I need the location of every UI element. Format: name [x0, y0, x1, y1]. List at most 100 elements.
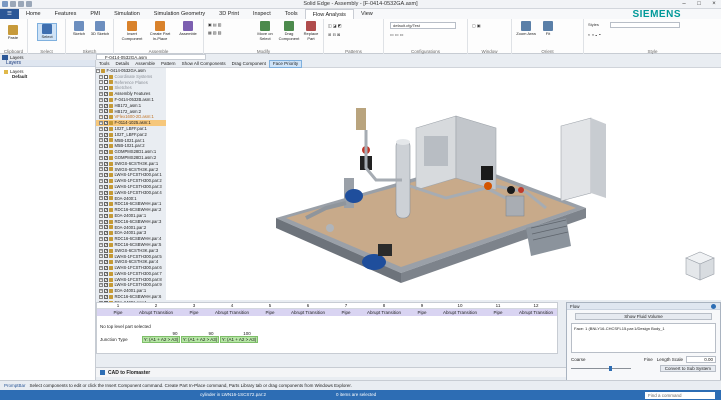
visibility-checkbox[interactable]: ✓ [104, 225, 108, 230]
segment-type-cell[interactable]: Abrupt Transition [213, 310, 251, 315]
expand-toggle-icon[interactable]: + [99, 184, 103, 189]
cmd-face-priority[interactable]: Face Priority [268, 59, 303, 68]
visibility-checkbox[interactable]: ✓ [104, 265, 108, 270]
tab-simulation-geometry[interactable]: Simulation Geometry [147, 9, 212, 19]
expand-toggle-icon[interactable]: + [99, 132, 103, 137]
visibility-checkbox[interactable]: ✓ [104, 237, 108, 241]
drag-component-button[interactable]: Drag Component [278, 21, 300, 41]
visibility-checkbox[interactable]: ✓ [104, 161, 108, 166]
visibility-checkbox[interactable]: ✓ [104, 196, 108, 201]
visibility-checkbox[interactable]: ✓ [104, 173, 108, 178]
segment-type-cell[interactable]: Abrupt Transition [517, 310, 555, 315]
pattern-tool-2[interactable]: ⊞ ⊟ ⊠ [328, 32, 340, 37]
visibility-checkbox[interactable]: ✓ [104, 144, 108, 149]
tab-home[interactable]: Home [19, 9, 48, 19]
visibility-checkbox[interactable]: ✓ [104, 260, 108, 265]
move-on-select-button[interactable]: Move on Select [254, 21, 276, 41]
expand-toggle-icon[interactable]: + [99, 242, 103, 247]
replace-part-button[interactable]: Replace Part [300, 21, 322, 41]
segment-value[interactable]: 100 [229, 331, 265, 336]
visibility-checkbox[interactable]: ✓ [104, 202, 108, 207]
pattern-tool-1[interactable]: ◫ ◪ ◩ [328, 23, 342, 28]
zoom-area-button[interactable]: Zoom Area [516, 21, 536, 37]
tab-flow-analysis[interactable]: Flow Analysis [304, 9, 354, 19]
tab-view[interactable]: View [354, 9, 380, 19]
graphics-viewport[interactable] [166, 68, 721, 300]
visibility-checkbox[interactable]: ✓ [104, 219, 108, 224]
visibility-checkbox[interactable]: ✓ [104, 242, 108, 247]
cmd-show-all[interactable]: Show All Components [179, 60, 229, 68]
expand-toggle-icon[interactable]: + [99, 260, 103, 265]
visibility-checkbox[interactable]: ✓ [104, 248, 108, 253]
visibility-checkbox[interactable]: ✓ [104, 115, 108, 120]
expand-toggle-icon[interactable]: + [99, 126, 103, 131]
visibility-checkbox[interactable]: ✓ [104, 231, 108, 236]
face-list[interactable]: Face: 1 (BNLY16-CHCSFL15.par:1/Design Bo… [571, 323, 716, 353]
convert-to-subsystem-button[interactable]: Convert to Sub System [659, 365, 716, 372]
visibility-checkbox[interactable] [104, 80, 108, 85]
flow-close-icon[interactable] [711, 303, 716, 309]
visibility-checkbox[interactable]: ✓ [104, 208, 108, 213]
sketch-button[interactable]: Sketch [69, 21, 89, 37]
cmd-tools[interactable]: Tools [96, 60, 113, 68]
expand-toggle-icon[interactable]: + [99, 237, 103, 241]
visibility-checkbox[interactable]: ✓ [104, 132, 108, 137]
3d-sketch-button[interactable]: 3D Sketch [90, 21, 110, 37]
expand-toggle-icon[interactable]: + [99, 167, 103, 172]
expand-toggle-icon[interactable]: + [99, 97, 103, 102]
close-button[interactable]: × [707, 1, 721, 8]
visibility-checkbox[interactable]: ✓ [104, 150, 108, 155]
cmd-pattern[interactable]: Pattern [158, 60, 179, 68]
tab-3d-print[interactable]: 3D Print [212, 9, 246, 19]
segment-type-cell[interactable]: Pipe [251, 310, 289, 315]
segment-type-cell[interactable]: Abrupt Transition [289, 310, 327, 315]
window-tools[interactable]: ▢ ▣ [472, 23, 481, 28]
config-tools[interactable]: ▭ ▭ ▭ [390, 32, 404, 37]
segment-value[interactable]: 90 [157, 331, 193, 336]
expand-toggle-icon[interactable]: + [99, 219, 103, 224]
visibility-checkbox[interactable]: ✓ [104, 109, 108, 114]
paste-button[interactable]: Paste [3, 25, 23, 41]
layer-default[interactable]: Default [4, 74, 91, 79]
tab-tools[interactable]: Tools [278, 9, 305, 19]
visibility-checkbox[interactable] [104, 74, 108, 79]
segment-type-cell[interactable]: Pipe [175, 310, 213, 315]
expand-toggle-icon[interactable]: + [99, 202, 103, 207]
expand-toggle-icon[interactable]: + [99, 254, 103, 259]
expand-toggle-icon[interactable]: + [99, 277, 103, 282]
expand-toggle-icon[interactable]: + [99, 103, 103, 108]
tab-simulation[interactable]: Simulation [107, 9, 147, 19]
tab-cad-to-flomaster[interactable]: CAD to Flomaster [108, 370, 150, 376]
visibility-checkbox[interactable]: ✓ [104, 138, 108, 143]
expand-toggle-icon[interactable]: + [99, 208, 103, 213]
visibility-checkbox[interactable]: ✓ [104, 294, 108, 299]
find-command-input[interactable]: Find a command [645, 391, 715, 399]
segment-type-cell[interactable]: Abrupt Transition [441, 310, 479, 315]
expand-toggle-icon[interactable]: + [99, 289, 103, 294]
length-scale-input[interactable]: 0.00 [686, 356, 716, 363]
visibility-checkbox[interactable]: ✓ [104, 126, 108, 131]
expand-toggle-icon[interactable]: + [99, 121, 103, 126]
select-button[interactable]: Select [37, 23, 57, 41]
visibility-checkbox[interactable] [104, 86, 108, 91]
expand-toggle-icon[interactable]: + [99, 80, 103, 85]
expand-toggle-icon[interactable]: + [99, 213, 103, 218]
visibility-checkbox[interactable]: ✓ [104, 103, 108, 108]
expand-toggle-icon[interactable]: + [99, 155, 103, 160]
visibility-checkbox[interactable]: ✓ [104, 277, 108, 282]
expand-toggle-icon[interactable]: + [99, 190, 103, 195]
expand-toggle-icon[interactable]: + [99, 179, 103, 184]
visibility-checkbox[interactable]: ✓ [104, 92, 108, 97]
segment-type-cell[interactable]: Abrupt Transition [137, 310, 175, 315]
cmd-details[interactable]: Details [113, 60, 133, 68]
visibility-checkbox[interactable]: ✓ [104, 167, 108, 172]
layers-tab-icon[interactable] [2, 54, 8, 60]
visibility-checkbox[interactable]: ✓ [104, 121, 108, 126]
visibility-checkbox[interactable]: ✓ [104, 289, 108, 294]
tab-application[interactable]: ☰ [0, 9, 19, 19]
expand-toggle-icon[interactable]: + [99, 150, 103, 155]
expand-toggle-icon[interactable]: + [99, 86, 103, 91]
expand-toggle-icon[interactable]: + [99, 294, 103, 299]
minimize-button[interactable]: – [677, 1, 691, 8]
expand-toggle-icon[interactable]: + [99, 196, 103, 201]
